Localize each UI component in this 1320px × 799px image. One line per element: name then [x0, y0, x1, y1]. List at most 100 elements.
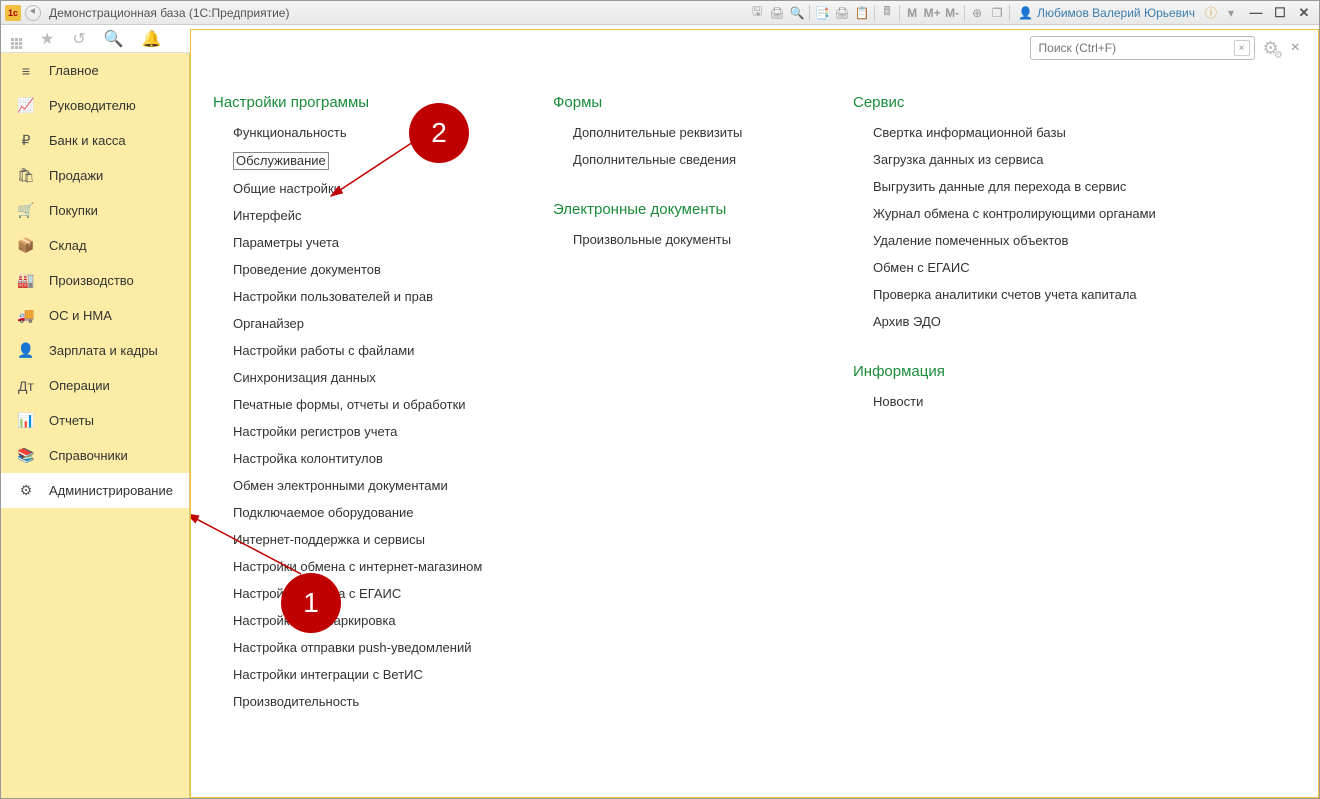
nav-link[interactable]: Настройки интеграции с ВетИС	[233, 667, 513, 683]
history-icon[interactable]: ↺	[72, 29, 85, 49]
annotation-marker-2: 2	[409, 103, 469, 163]
maximize-button[interactable]: ☐	[1269, 4, 1291, 22]
sidebar-item-3[interactable]: 🛍Продажи	[1, 158, 189, 193]
nav-link[interactable]: Настройка колонтитулов	[233, 451, 513, 467]
nav-sidebar: ≡Главное📈Руководителю ₽ Банк и касса 🛍Прода…	[1, 53, 190, 798]
sidebar-item-7[interactable]: 🚚 ОС и НМА	[1, 298, 189, 333]
nav-link[interactable]: Проверка аналитики счетов учета капитала	[873, 287, 1163, 303]
sidebar-item-label: Покупки	[49, 203, 98, 218]
sidebar-item-6[interactable]: 🏭 Производство	[1, 263, 189, 298]
sidebar-item-label: Справочники	[49, 448, 128, 463]
content-area: × ⚙ × Настройки программыФункциональност…	[190, 29, 1319, 798]
m-plus-button[interactable]: M+	[922, 4, 942, 22]
sidebar-item-label: Отчеты	[49, 413, 94, 428]
toolbar-separator	[874, 5, 875, 21]
nav-link[interactable]: Настройки работы с файлами	[233, 343, 513, 359]
nav-link[interactable]: Общие настройки	[233, 181, 513, 197]
apps-icon[interactable]	[11, 28, 22, 49]
favorite-icon[interactable]: ★	[40, 29, 54, 49]
nav-link[interactable]: Удаление помеченных объектов	[873, 233, 1163, 249]
sidebar-item-8[interactable]: 👤Зарплата и кадры	[1, 333, 189, 368]
nav-link[interactable]: Дополнительные сведения	[573, 152, 813, 168]
sidebar-item-label: Администрирование	[49, 483, 173, 498]
nav-link[interactable]: Журнал обмена с контролирующими органами	[873, 206, 1163, 222]
sidebar-icon: Дт	[17, 377, 35, 395]
nav-link[interactable]: Обмен с ЕГАИС	[873, 260, 1163, 276]
nav-link[interactable]: Дополнительные реквизиты	[573, 125, 813, 141]
annotation-marker-1: 1	[281, 573, 341, 633]
sidebar-item-2[interactable]: ₽ Банк и касса	[1, 123, 189, 158]
sidebar-item-9[interactable]: ДтОперации	[1, 368, 189, 403]
current-user[interactable]: 👤 Любимов Валерий Юрьевич	[1018, 6, 1195, 20]
sidebar-item-label: Зарплата и кадры	[49, 343, 158, 358]
nav-link[interactable]: Свертка информационной базы	[873, 125, 1163, 141]
dropdown-icon[interactable]: ▾	[1221, 4, 1241, 22]
sidebar-item-label: Руководителю	[49, 98, 136, 113]
nav-link[interactable]: Загрузка данных из сервиса	[873, 152, 1163, 168]
nav-link[interactable]: Произвольные документы	[573, 232, 813, 248]
calculator-icon[interactable]: 🖩	[877, 4, 897, 22]
minimize-button[interactable]: —	[1245, 4, 1267, 22]
sidebar-item-label: ОС и НМА	[49, 308, 112, 323]
nav-link[interactable]: Параметры учета	[233, 235, 513, 251]
info-icon[interactable]: ⓘ	[1201, 4, 1221, 22]
nav-link[interactable]: Выгрузить данные для перехода в сервис	[873, 179, 1163, 195]
sidebar-icon: 📦	[17, 237, 35, 255]
clipboard-icon[interactable]: 📋	[852, 4, 872, 22]
sidebar-item-1[interactable]: 📈Руководителю	[1, 88, 189, 123]
sidebar-item-label: Производство	[49, 273, 134, 288]
user-icon: 👤	[1018, 6, 1033, 20]
nav-link[interactable]: Интернет-поддержка и сервисы	[233, 532, 513, 548]
windows-icon[interactable]: ❐	[987, 4, 1007, 22]
nav-link[interactable]: Настройка отправки push-уведомлений	[233, 640, 513, 656]
m-minus-button[interactable]: M-	[942, 4, 962, 22]
nav-link[interactable]: Функциональность	[233, 125, 513, 141]
sidebar-icon: 🏭	[17, 272, 35, 290]
sidebar-item-12[interactable]: ⚙Администрирование	[1, 473, 189, 508]
toolbar-separator	[964, 5, 965, 21]
search-icon[interactable]: 🔍	[104, 29, 124, 49]
back-button[interactable]: ⯇	[25, 5, 41, 21]
m-button[interactable]: M	[902, 4, 922, 22]
sidebar-icon: 🚚	[17, 307, 35, 325]
compare-icon[interactable]: 📑	[812, 4, 832, 22]
nav-link[interactable]: Печатные формы, отчеты и обработки	[233, 397, 513, 413]
nav-link[interactable]: Настройки ИС Маркировка	[233, 613, 513, 629]
sidebar-item-4[interactable]: 🛒Покупки	[1, 193, 189, 228]
nav-link[interactable]: Настройки пользователей и прав	[233, 289, 513, 305]
nav-link[interactable]: Интерфейс	[233, 208, 513, 224]
sidebar-item-10[interactable]: 📊 Отчеты	[1, 403, 189, 438]
sidebar-item-11[interactable]: 📚 Справочники	[1, 438, 189, 473]
nav-link[interactable]: Обмен электронными документами	[233, 478, 513, 494]
nav-link[interactable]: Настройки регистров учета	[233, 424, 513, 440]
sidebar-icon: 🛍	[17, 167, 35, 185]
nav-link[interactable]: Производительность	[233, 694, 513, 710]
bell-icon[interactable]: 🔔	[142, 29, 162, 49]
print-icon[interactable]: 🖨	[767, 4, 787, 22]
sidebar-item-label: Банк и касса	[49, 133, 126, 148]
nav-link[interactable]: Подключаемое оборудование	[233, 505, 513, 521]
preview-icon[interactable]: 🔍	[787, 4, 807, 22]
window-title: Демонстрационная база (1С:Предприятие)	[49, 6, 289, 20]
sidebar-icon: 📚	[17, 447, 35, 465]
nav-link[interactable]: Настройки обмена с ЕГАИС	[233, 586, 513, 602]
nav-link[interactable]: Архив ЭДО	[873, 314, 1163, 330]
close-button[interactable]: ✕	[1293, 4, 1315, 22]
sidebar-icon: ₽	[17, 132, 35, 150]
sidebar-item-5[interactable]: 📦 Склад	[1, 228, 189, 263]
sidebar-item-label: Главное	[49, 63, 99, 78]
sidebar-item-0[interactable]: ≡Главное	[1, 53, 189, 88]
nav-link[interactable]: Синхронизация данных	[233, 370, 513, 386]
nav-link[interactable]: Новости	[873, 394, 1163, 410]
print2-icon[interactable]: 🖨	[832, 4, 852, 22]
sidebar-icon: 📊	[17, 412, 35, 430]
nav-link[interactable]: Органайзер	[233, 316, 513, 332]
nav-link[interactable]: Настройки обмена с интернет-магазином	[233, 559, 513, 575]
nav-link[interactable]: Проведение документов	[233, 262, 513, 278]
nav-link[interactable]: Обслуживание	[233, 152, 329, 170]
toolbar-separator	[809, 5, 810, 21]
sidebar-item-label: Склад	[49, 238, 87, 253]
section-title: Сервис	[853, 94, 1163, 111]
add-tab-icon[interactable]: ⊕	[967, 4, 987, 22]
save-icon[interactable]: 🖫	[747, 4, 767, 22]
